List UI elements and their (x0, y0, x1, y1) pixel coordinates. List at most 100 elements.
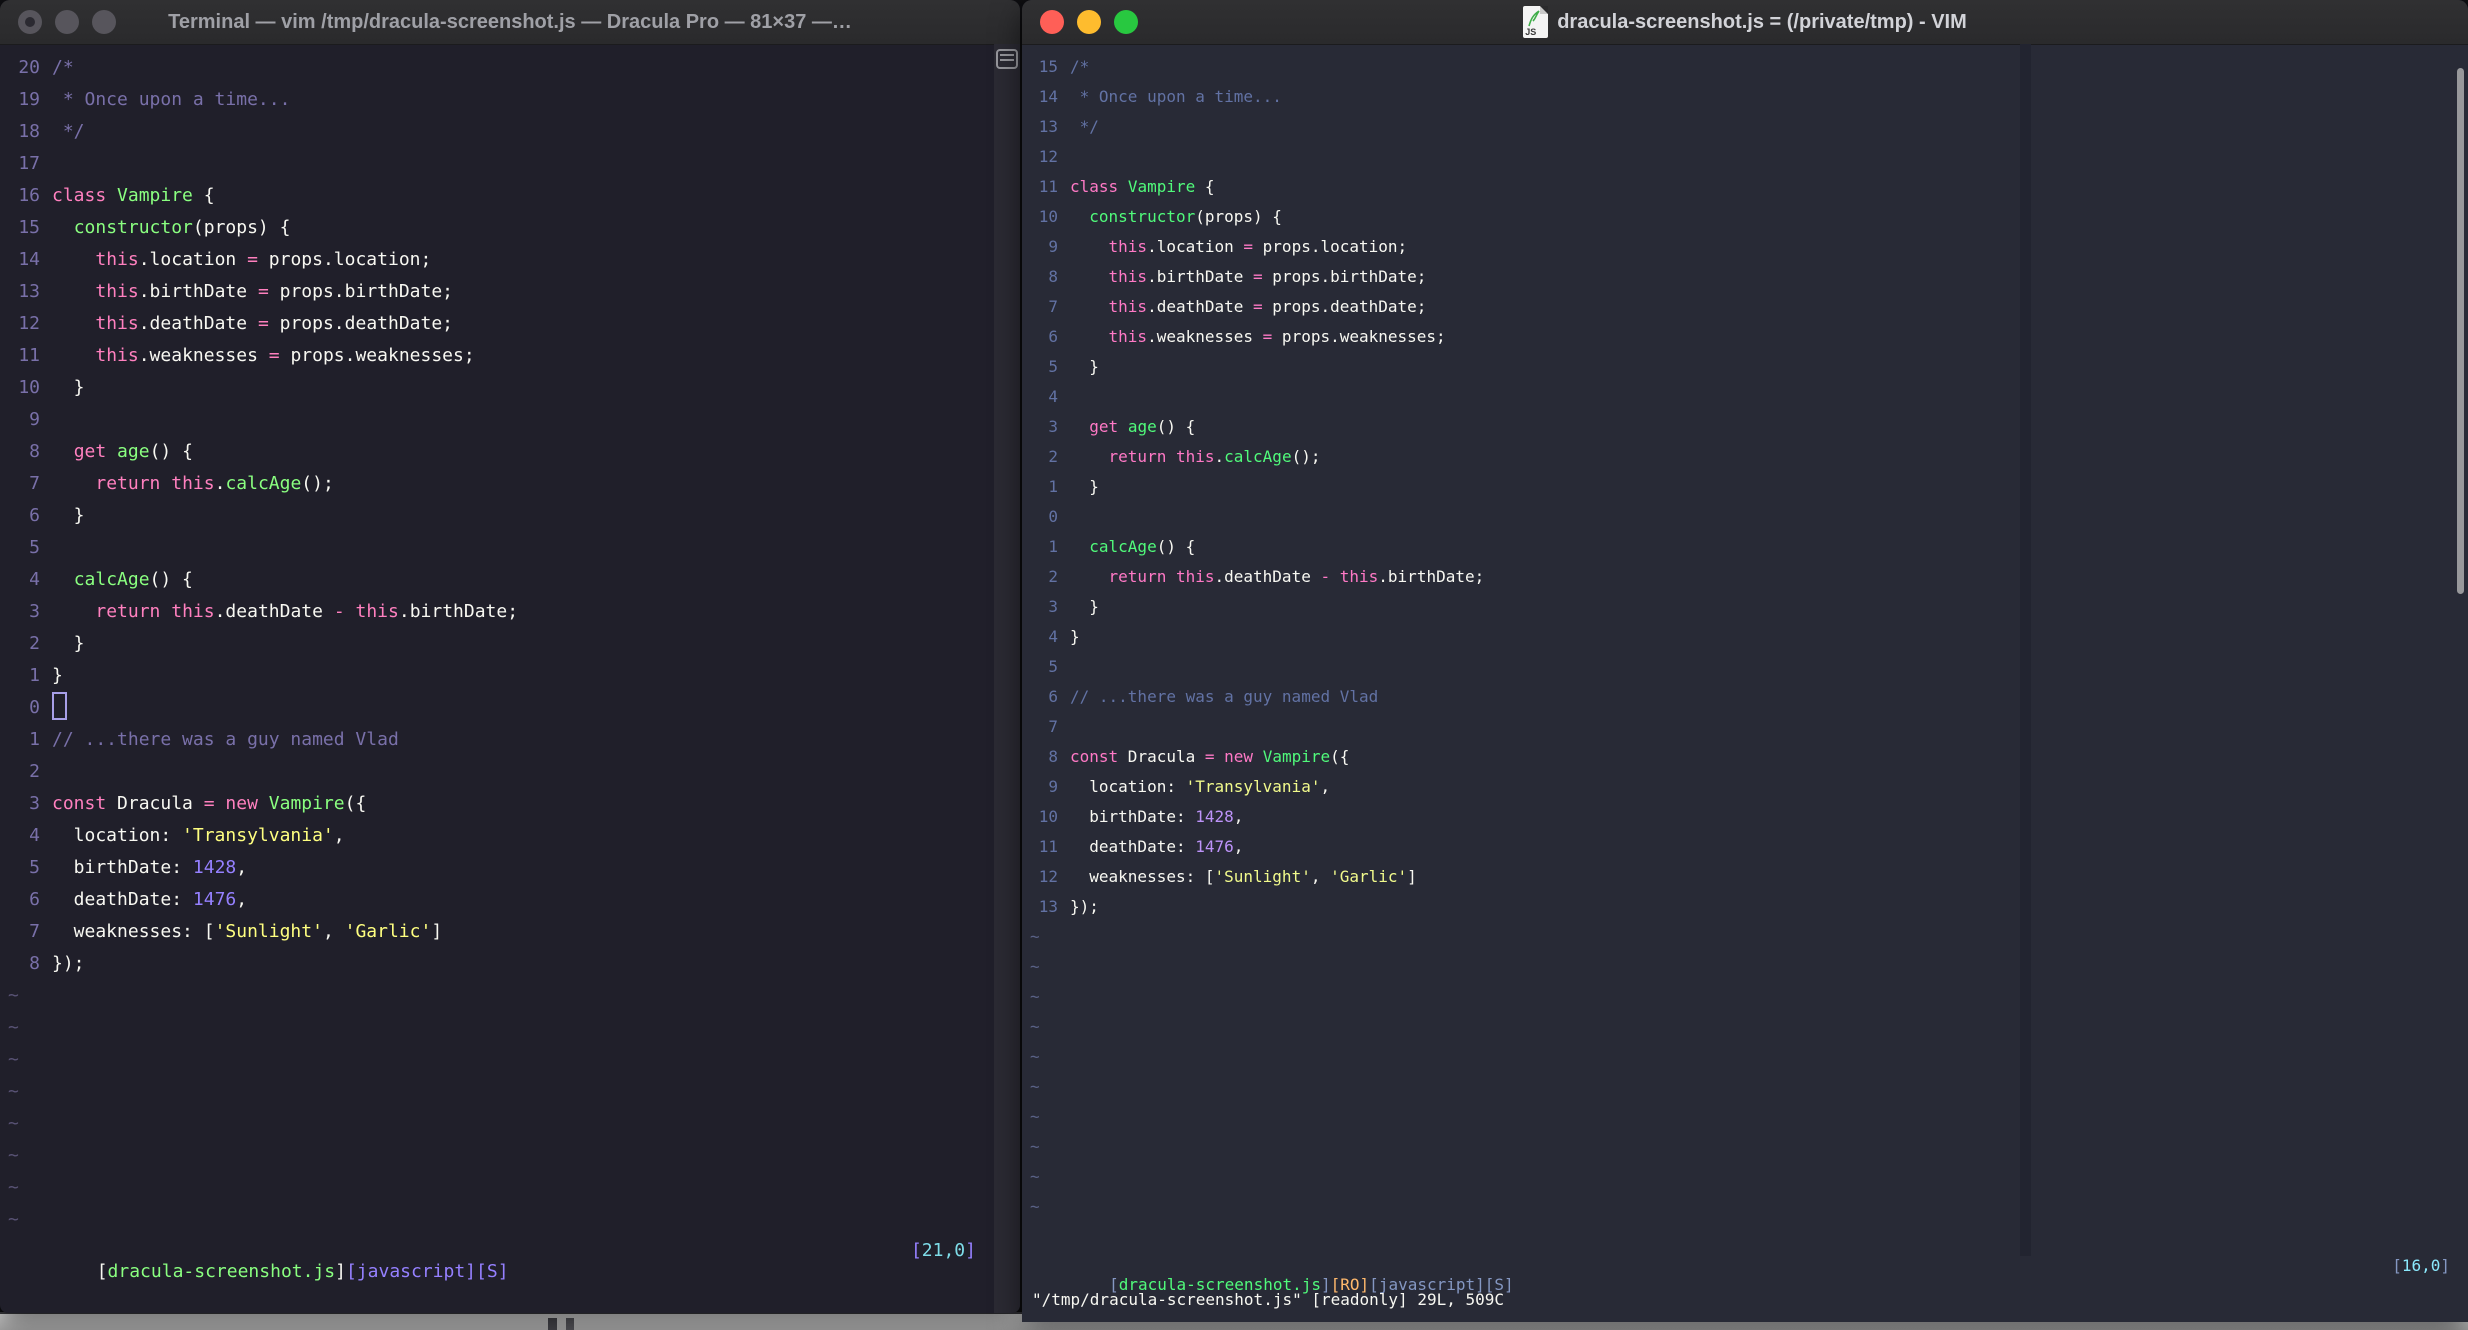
code-line[interactable]: 7 return this.calcAge(); (0, 468, 994, 500)
line-number: 10 (1038, 207, 1058, 226)
code-line[interactable]: 7 this.deathDate = props.deathDate; (1022, 292, 2468, 322)
code-line[interactable]: 3 const Dracula = new Vampire({ (0, 788, 994, 820)
code-line[interactable]: 1 calcAge() { (1022, 532, 2468, 562)
code-line[interactable]: 7 (1022, 712, 2468, 742)
code-line[interactable]: 8}); (0, 948, 994, 980)
split-pane-icon[interactable] (996, 49, 1018, 69)
code-line[interactable]: 16 class Vampire { (0, 180, 994, 212)
code-line[interactable]: 0 (1022, 502, 2468, 532)
code-text: } (1070, 622, 1080, 652)
code-token: this (1108, 297, 1148, 316)
tilde-line: ~ (1022, 1012, 2468, 1042)
code-line[interactable]: 14 this.location = props.location; (0, 244, 994, 276)
code-line[interactable]: 4 (1022, 382, 2468, 412)
code-line[interactable]: 11 deathDate: 1476, (1022, 832, 2468, 862)
code-line[interactable]: 5 (0, 532, 994, 564)
code-line[interactable]: 6 this.weaknesses = props.weaknesses; (1022, 322, 2468, 352)
code-area: 15/* 14 * Once upon a time... 13 */12 11 cla… (1022, 52, 2468, 1222)
code-token: = (1253, 297, 1263, 316)
code-line[interactable]: 19 * Once upon a time... (0, 84, 994, 116)
code-line[interactable]: 2 return this.deathDate - this.birthDate… (1022, 562, 2468, 592)
code-line[interactable]: 13 */ (1022, 112, 2468, 142)
macvim-titlebar[interactable]: JS dracula-screenshot.js = (/private/tmp… (1022, 0, 2468, 45)
code-token: = (1204, 747, 1215, 766)
code-token: } (52, 505, 85, 526)
code-line[interactable]: 10 birthDate: 1428, (1022, 802, 2468, 832)
code-line[interactable]: 20 /* (0, 52, 994, 84)
code-line[interactable]: 4} (1022, 622, 2468, 652)
code-text: this.location = props.location; (1070, 232, 1408, 262)
line-number: 6 (29, 889, 40, 910)
document-proxy-icon[interactable]: JS (1523, 6, 1549, 38)
code-line[interactable]: 0 (0, 692, 994, 724)
code-token: .deathDate (1147, 297, 1254, 316)
code-line[interactable]: 5 (1022, 652, 2468, 682)
code-text: const Dracula = new Vampire({ (1070, 742, 1349, 772)
code-line[interactable]: 10 } (0, 372, 994, 404)
code-line[interactable]: 9 (0, 404, 994, 436)
code-token: constructor (1089, 207, 1196, 226)
code-line[interactable]: 5 birthDate: 1428, (0, 852, 994, 884)
code-line[interactable]: 11 class Vampire { (1022, 172, 2468, 202)
code-line[interactable]: 3 } (1022, 592, 2468, 622)
code-line[interactable]: 6 deathDate: 1476, (0, 884, 994, 916)
code-token: ~ (8, 1113, 19, 1134)
code-line[interactable]: 14 * Once upon a time... (1022, 82, 2468, 112)
code-line[interactable]: 8 get age() { (0, 436, 994, 468)
code-line[interactable]: 10 constructor(props) { (1022, 202, 2468, 232)
code-line[interactable]: 15 constructor(props) { (0, 212, 994, 244)
scrollbar-thumb[interactable] (2457, 68, 2464, 594)
line-number: 2 (29, 761, 40, 782)
code-line[interactable]: 3 get age() { (1022, 412, 2468, 442)
vim-buffer-right[interactable]: 15/* 14 * Once upon a time... 13 */12 11 cla… (1022, 44, 2468, 1322)
code-text: } (1070, 472, 1099, 502)
vim-buffer-left[interactable]: 20/* 19 * Once upon a time... 18 */17 16 cla… (0, 44, 994, 1313)
code-token: this (95, 281, 139, 302)
code-line[interactable]: 1 } (1022, 472, 2468, 502)
code-line[interactable]: 4 calcAge() { (0, 564, 994, 596)
code-token: const (1070, 747, 1119, 766)
code-line[interactable]: 12 weaknesses: ['Sunlight', 'Garlic'] (1022, 862, 2468, 892)
code-line[interactable]: 13}); (1022, 892, 2468, 922)
code-line[interactable]: 3 return this.deathDate - this.birthDate… (0, 596, 994, 628)
terminal-scrollbar-gutter[interactable] (994, 44, 1020, 1313)
code-line[interactable]: 7 weaknesses: ['Sunlight', 'Garlic'] (0, 916, 994, 948)
code-token: .deathDate (138, 313, 258, 334)
code-line[interactable]: 2 return this.calcAge(); (1022, 442, 2468, 472)
code-token: 'Garlic' (1330, 867, 1408, 886)
code-line[interactable]: 8 this.birthDate = props.birthDate; (1022, 262, 2468, 292)
code-token: () { (149, 569, 193, 590)
terminal-titlebar[interactable]: Terminal — vim /tmp/dracula-screenshot.j… (0, 0, 1020, 45)
code-line[interactable]: 12 (1022, 142, 2468, 172)
line-number: 11 (1038, 837, 1058, 856)
code-line[interactable]: 1} (0, 660, 994, 692)
code-line[interactable]: 4 location: 'Transylvania', (0, 820, 994, 852)
code-line[interactable]: 9 location: 'Transylvania', (1022, 772, 2468, 802)
code-line[interactable]: 2 (0, 756, 994, 788)
line-number: 7 (1048, 717, 1058, 736)
code-token: - (333, 601, 345, 622)
code-line[interactable]: 13 this.birthDate = props.birthDate; (0, 276, 994, 308)
code-line[interactable]: 12 this.deathDate = props.deathDate; (0, 308, 994, 340)
code-text: this.weaknesses = props.weaknesses; (1070, 322, 1446, 352)
code-line[interactable]: 6 } (0, 500, 994, 532)
code-line[interactable]: 11 this.weaknesses = props.weaknesses; (0, 340, 994, 372)
code-line[interactable]: 8 const Dracula = new Vampire({ (1022, 742, 2468, 772)
tilde-line: ~ (1022, 952, 2468, 982)
code-line[interactable]: 5 } (1022, 352, 2468, 382)
code-token: , (1310, 867, 1331, 886)
code-line[interactable]: 1 // ...there was a guy named Vlad (0, 724, 994, 756)
code-line[interactable]: 2 } (0, 628, 994, 660)
code-line[interactable]: 9 this.location = props.location; (1022, 232, 2468, 262)
line-number: 7 (29, 473, 40, 494)
code-token: , (333, 825, 345, 846)
code-line[interactable]: 18 */ (0, 116, 994, 148)
code-token: constructor (73, 217, 193, 238)
code-line[interactable]: 17 (0, 148, 994, 180)
code-line[interactable]: 15 /* (1022, 52, 2468, 82)
line-number: 6 (1048, 327, 1058, 346)
code-line[interactable]: 6 // ...there was a guy named Vlad (1022, 682, 2468, 712)
